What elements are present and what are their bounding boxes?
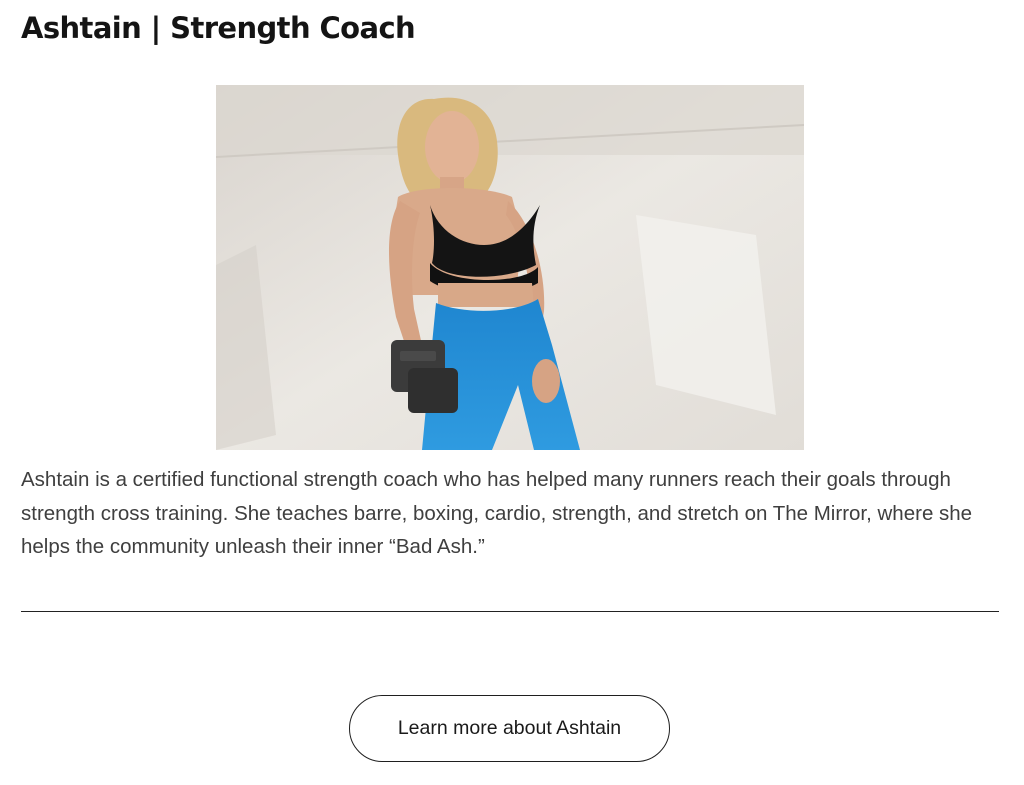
learn-more-button[interactable]: Learn more about Ashtain — [349, 695, 670, 762]
section-divider — [21, 611, 999, 612]
page-title: Ashtain | Strength Coach — [21, 11, 416, 45]
coach-photo — [216, 85, 804, 450]
coach-bio: Ashtain is a certified functional streng… — [21, 468, 973, 558]
coach-photo-illustration — [216, 85, 804, 450]
